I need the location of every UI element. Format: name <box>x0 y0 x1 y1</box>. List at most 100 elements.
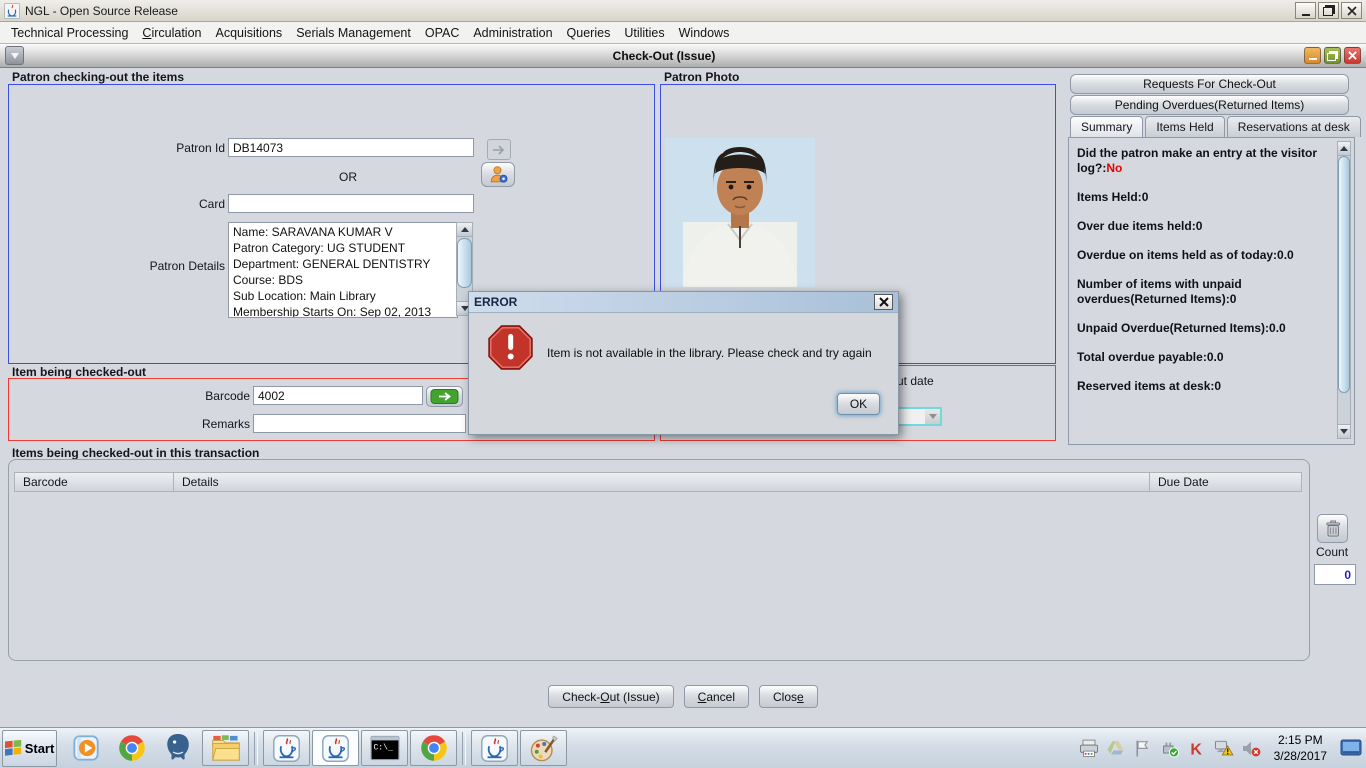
taskbar-app-paint[interactable] <box>520 730 567 766</box>
check-out-issue-button[interactable]: Check-Out (Issue) <box>548 685 673 708</box>
kaspersky-icon[interactable]: K <box>1187 738 1207 758</box>
taskbar-app-java[interactable] <box>263 730 310 766</box>
flag-icon[interactable] <box>1133 738 1153 758</box>
menu-item-administration[interactable]: Administration <box>466 24 559 42</box>
barcode-input[interactable] <box>253 386 423 405</box>
count-field[interactable] <box>1314 564 1356 585</box>
scroll-up-icon[interactable] <box>1338 142 1350 156</box>
dialog-close-button[interactable] <box>874 294 893 310</box>
tab-reservations-at-desk[interactable]: Reservations at desk <box>1227 116 1361 137</box>
scroll-up-icon[interactable] <box>457 223 472 237</box>
patron-search-button[interactable] <box>481 162 515 187</box>
patron-photo <box>665 138 815 287</box>
tab-items-held[interactable]: Items Held <box>1145 116 1224 137</box>
dialog-ok-button[interactable]: OK <box>837 393 880 415</box>
clock-date: 3/28/2017 <box>1274 748 1327 764</box>
frame-maximize-button[interactable] <box>1324 47 1341 64</box>
patron-detail-line: Department: GENERAL DENTISTRY <box>233 256 453 272</box>
submit-patron-id-button[interactable] <box>487 139 511 160</box>
close-icon <box>1348 51 1357 60</box>
summary-label: Total overdue payable: <box>1077 350 1207 364</box>
menu-item-circulation[interactable]: Circulation <box>135 24 208 42</box>
frame-menu-button[interactable] <box>5 46 24 65</box>
taskbar-apps: C:\_ <box>201 730 568 766</box>
scrollbar-thumb[interactable] <box>1338 156 1350 393</box>
menu-item-serials-management[interactable]: Serials Management <box>289 24 418 42</box>
pending-overdues-returned-items-button[interactable]: Pending Overdues(Returned Items) <box>1070 95 1349 115</box>
column-header-details[interactable]: Details <box>174 472 1150 492</box>
close-icon <box>1347 6 1357 16</box>
close-button[interactable] <box>1341 2 1362 19</box>
remarks-input[interactable] <box>253 414 466 433</box>
error-dialog: ERROR Item is not available in the libra… <box>468 291 899 435</box>
taskbar-clock[interactable]: 2:15 PM 3/28/2017 <box>1274 732 1327 764</box>
window-title: NGL - Open Source Release <box>25 4 1295 18</box>
taskbar-separator <box>254 732 258 765</box>
frame-close-button[interactable] <box>1344 47 1361 64</box>
scrollbar-thumb[interactable] <box>457 238 472 288</box>
dialog-title: ERROR <box>474 295 874 309</box>
cancel-button[interactable]: Cancel <box>684 685 749 708</box>
taskbar-app-java[interactable] <box>312 730 359 766</box>
summary-value: No <box>1106 161 1122 175</box>
summary-value: 0 <box>1196 219 1203 233</box>
column-header-barcode[interactable]: Barcode <box>14 472 174 492</box>
count-label: Count <box>1316 542 1348 563</box>
menu-item-opac[interactable]: OPAC <box>418 24 467 42</box>
summary-entry: Items Held:0 <box>1077 190 1329 205</box>
right-panel-buttons: Requests For Check-OutPending Overdues(R… <box>1070 74 1349 115</box>
patron-id-input[interactable] <box>228 138 474 157</box>
delete-item-button[interactable] <box>1317 514 1348 543</box>
checkout-go-button[interactable] <box>426 386 463 407</box>
volume-muted-icon[interactable] <box>1241 738 1261 758</box>
google-drive-icon[interactable] <box>1106 738 1126 758</box>
postgresql-icon[interactable] <box>162 731 194 763</box>
system-tray: K 2:15 PM 3/28/2017 <box>1079 732 1366 764</box>
frame-minimize-button[interactable] <box>1304 47 1321 64</box>
menu-item-windows[interactable]: Windows <box>672 24 737 42</box>
media-player-icon[interactable] <box>70 732 102 764</box>
desktop-icon <box>1340 739 1362 757</box>
chevron-down-icon <box>11 53 19 59</box>
card-input[interactable] <box>228 194 474 213</box>
tab-summary[interactable]: Summary <box>1070 116 1143 137</box>
menu-item-technical-processing[interactable]: Technical Processing <box>4 24 135 42</box>
patron-detail-line: Course: BDS <box>233 272 453 288</box>
start-button[interactable]: Start <box>2 730 57 767</box>
show-desktop-button[interactable] <box>1340 739 1362 757</box>
chrome-icon[interactable] <box>116 732 148 764</box>
restore-button[interactable] <box>1318 2 1339 19</box>
summary-entry: Did the patron make an entry at the visi… <box>1077 146 1329 176</box>
dialog-titlebar: ERROR <box>469 292 898 313</box>
close-button[interactable]: Close <box>759 685 818 708</box>
summary-label: Over due items held: <box>1077 219 1196 233</box>
remarks-label: Remarks <box>130 414 250 435</box>
taskbar-app-file-explorer[interactable] <box>202 730 249 766</box>
trash-icon <box>1323 518 1343 539</box>
printer-icon[interactable] <box>1079 738 1099 758</box>
network-warning-icon[interactable] <box>1214 738 1234 758</box>
frame-titlebar: Check-Out (Issue) <box>0 44 1366 68</box>
summary-label: Number of items with unpaid overdues(Ret… <box>1077 277 1242 306</box>
error-octagon-icon <box>488 325 533 370</box>
taskbar-app-java[interactable] <box>471 730 518 766</box>
transaction-section-title: Items being checked-out in this transact… <box>12 446 259 460</box>
minimize-icon <box>1302 14 1310 16</box>
requests-for-check-out-button[interactable]: Requests For Check-Out <box>1070 74 1349 94</box>
summary-panel: Did the patron make an entry at the visi… <box>1068 137 1355 445</box>
column-header-due-date[interactable]: Due Date <box>1150 472 1302 492</box>
summary-scrollbar[interactable] <box>1337 141 1351 439</box>
taskbar-app-chrome[interactable] <box>410 730 457 766</box>
window-controls <box>1295 2 1362 19</box>
checkout-date-label: ut date <box>897 371 934 392</box>
combo-arrow-icon[interactable] <box>925 409 940 424</box>
menu-item-utilities[interactable]: Utilities <box>617 24 671 42</box>
menu-item-acquisitions[interactable]: Acquisitions <box>208 24 289 42</box>
scroll-down-icon[interactable] <box>1338 424 1350 438</box>
summary-value: 0.0 <box>1277 248 1294 262</box>
usb-safely-remove-icon[interactable] <box>1160 738 1180 758</box>
minimize-button[interactable] <box>1295 2 1316 19</box>
transaction-table-header: BarcodeDetailsDue Date <box>14 472 1302 492</box>
menu-item-queries[interactable]: Queries <box>560 24 618 42</box>
taskbar-app-command-prompt[interactable]: C:\_ <box>361 730 408 766</box>
